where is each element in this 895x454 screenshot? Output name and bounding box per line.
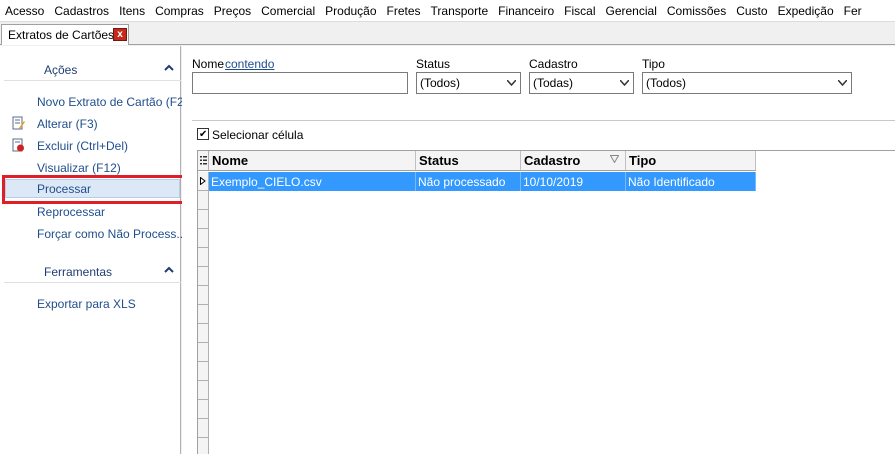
menu-cadastros[interactable]: Cadastros [49,0,114,21]
tools-section-header[interactable]: Ferramentas [4,259,181,283]
row-indicator-column [198,151,209,454]
cell-cadastro[interactable]: 10/10/2019 [521,172,626,191]
column-header-nome[interactable]: Nome [209,151,416,171]
edit-document-icon [12,116,25,130]
column-header-cadastro-label: Cadastro [524,153,581,168]
delete-document-icon [12,138,24,152]
menu-bar: Acesso Cadastros Itens Compras Preços Co… [0,0,895,22]
menu-compras[interactable]: Compras [150,0,209,21]
row-indicator[interactable] [198,172,209,191]
tab-extratos-de-cartoes[interactable]: Extratos de Cartões x [1,24,129,45]
tipo-select[interactable]: (Todos) [642,72,852,94]
current-row-icon [200,177,206,185]
select-cell-checkbox[interactable]: ✔ [197,128,209,140]
select-cell-label: Selecionar célula [212,128,304,142]
menu-acesso[interactable]: Acesso [0,0,49,21]
sidebar-action-forcar-nao-processado[interactable]: Forçar como Não Process... [37,227,186,241]
row-indicator[interactable] [198,191,209,210]
sidebar-action-visualizar[interactable]: Visualizar (F12) [37,161,121,175]
sort-descending-icon[interactable] [610,155,619,163]
divider [192,120,895,121]
sidebar-action-reprocessar[interactable]: Reprocessar [37,205,105,219]
tipo-value: (Todos) [646,76,687,90]
actions-section-header[interactable]: Ações [4,57,181,81]
sidebar-action-alterar[interactable]: Alterar (F3) [37,117,98,131]
menu-financeiro[interactable]: Financeiro [493,0,559,21]
row-indicator[interactable] [198,267,209,286]
menu-transporte[interactable]: Transporte [426,0,494,21]
column-header-tipo[interactable]: Tipo [626,151,756,171]
menu-gerencial[interactable]: Gerencial [601,0,662,21]
cell-status[interactable]: Não processado [416,172,521,191]
tab-title: Extratos de Cartões [8,28,115,42]
row-indicator[interactable] [198,343,209,362]
row-indicator[interactable] [198,419,209,438]
table-row[interactable]: Exemplo_CIELO.csv Não processado 10/10/2… [209,172,756,191]
menu-comercial[interactable]: Comercial [256,0,320,21]
cell-nome[interactable]: Exemplo_CIELO.csv [209,172,416,191]
nome-mode-link[interactable]: contendo [225,57,274,71]
tab-strip: Extratos de Cartões x [0,22,895,45]
chevron-up-icon[interactable] [164,265,174,275]
status-value: (Todos) [420,76,461,90]
menu-fiscal[interactable]: Fiscal [559,0,600,21]
tools-section-title: Ferramentas [44,265,113,279]
menu-producao[interactable]: Produção [320,0,381,21]
menu-expedicao[interactable]: Expedição [773,0,839,21]
chevron-up-icon[interactable] [164,63,174,73]
row-indicator[interactable] [198,362,209,381]
status-select[interactable]: (Todos) [416,72,521,94]
row-indicator[interactable] [198,286,209,305]
menu-comissoes[interactable]: Comissões [662,0,731,21]
sidebar-action-novo-extrato[interactable]: Novo Extrato de Cartão (F2) [37,95,188,109]
row-indicator[interactable] [198,381,209,400]
menu-fretes[interactable]: Fretes [382,0,426,21]
row-indicator[interactable] [198,248,209,267]
cadastro-select[interactable]: (Todas) [529,72,634,94]
chevron-down-icon [838,80,847,86]
cadastro-label: Cadastro [529,57,578,71]
menu-ferramentas[interactable]: Fer [839,0,867,21]
menu-precos[interactable]: Preços [209,0,256,21]
column-header-status[interactable]: Status [416,151,521,171]
row-indicator[interactable] [198,305,209,324]
tipo-label: Tipo [642,57,665,71]
row-indicator[interactable] [198,210,209,229]
cadastro-value: (Todas) [533,76,574,90]
actions-section-title: Ações [44,63,78,77]
chevron-down-icon [620,80,629,86]
menu-custo[interactable]: Custo [731,0,772,21]
column-header-cadastro[interactable]: Cadastro [521,151,626,171]
status-label: Status [416,57,451,71]
sidebar: Ações Novo Extrato de Cartão (F2) Altera… [0,46,188,454]
chevron-down-icon [507,80,516,86]
sidebar-action-excluir[interactable]: Excluir (Ctrl+Del) [37,139,128,153]
row-indicator[interactable] [198,324,209,343]
highlight-box [2,175,185,204]
row-indicator[interactable] [198,438,209,454]
checkmark-icon: ✔ [199,129,208,140]
sidebar-tool-exportar-xls[interactable]: Exportar para XLS [37,297,136,311]
row-indicator[interactable] [198,400,209,419]
row-indicator[interactable] [198,229,209,248]
data-grid[interactable]: Nome Status Cadastro Tipo Exemplo_CIELO.… [197,150,895,454]
close-icon[interactable]: x [113,28,127,41]
nome-label: Nome [192,57,225,71]
menu-itens[interactable]: Itens [114,0,150,21]
cell-tipo[interactable]: Não Identificado [626,172,756,191]
nome-input[interactable] [192,72,408,94]
